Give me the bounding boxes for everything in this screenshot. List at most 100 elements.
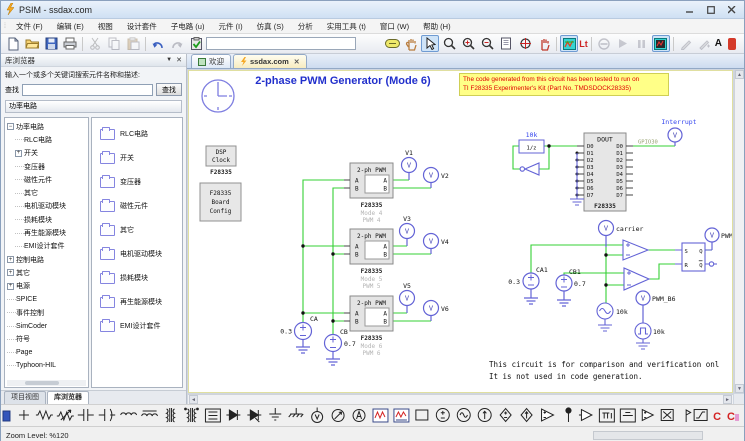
menu-edit[interactable]: 编辑 (E) bbox=[50, 19, 91, 34]
dc-source-icon[interactable] bbox=[436, 409, 449, 422]
comparator-2[interactable] bbox=[624, 268, 649, 290]
select-cursor-icon[interactable] bbox=[421, 35, 439, 52]
redo-icon[interactable] bbox=[168, 35, 186, 52]
simview-icon[interactable] bbox=[560, 35, 578, 52]
transfer-function-icon[interactable] bbox=[620, 409, 635, 422]
tree-item[interactable]: 再生能源模块 bbox=[7, 226, 88, 239]
tree-item[interactable]: 其它 bbox=[7, 186, 88, 199]
summer-icon[interactable] bbox=[661, 410, 673, 421]
current-source-icon[interactable] bbox=[478, 409, 491, 422]
thyristor-icon[interactable] bbox=[247, 410, 261, 422]
pan-page-icon[interactable] bbox=[535, 35, 553, 52]
sr-flipflop[interactable]: S Q R Q bbox=[675, 243, 717, 271]
add-element-icon[interactable] bbox=[19, 410, 29, 420]
menu-window[interactable]: 窗口 (W) bbox=[373, 19, 416, 34]
zoom-icon[interactable] bbox=[440, 35, 458, 52]
tree-horizontal-scrollbar[interactable] bbox=[7, 380, 86, 386]
scope-icon[interactable] bbox=[373, 409, 388, 422]
edit-pencil-icon[interactable] bbox=[677, 35, 695, 52]
scroll-right-icon[interactable]: ► bbox=[723, 395, 732, 404]
scroll-down-icon[interactable]: ▼ bbox=[735, 384, 744, 393]
dsp-clock-block[interactable]: DSP Clock F28335 bbox=[206, 146, 236, 176]
library-folder[interactable]: 其它 bbox=[94, 218, 180, 242]
collapse-icon[interactable]: − bbox=[7, 123, 14, 130]
sidebar-search-input[interactable] bbox=[22, 84, 153, 96]
new-file-icon[interactable] bbox=[4, 35, 22, 52]
block-icon[interactable] bbox=[416, 410, 428, 420]
tree-item[interactable]: 磁性元件 bbox=[7, 173, 88, 186]
text-tool-icon[interactable]: A bbox=[715, 38, 722, 49]
menu-utilities[interactable]: 实用工具 (t) bbox=[320, 19, 373, 34]
fit-page-icon[interactable] bbox=[497, 35, 515, 52]
zoom-out-icon[interactable] bbox=[478, 35, 496, 52]
resistor-icon[interactable] bbox=[36, 411, 53, 419]
board-config-block[interactable]: F28335 Board Config bbox=[200, 183, 241, 221]
source-cb1[interactable] bbox=[556, 275, 572, 306]
tree-item[interactable]: 事件控制 bbox=[7, 306, 88, 319]
c-block-icon[interactable]: C bbox=[713, 411, 721, 423]
tree-item[interactable]: +电源 bbox=[7, 280, 88, 293]
limiter-icon[interactable] bbox=[694, 410, 707, 421]
c-script-block-icon[interactable]: C bbox=[727, 411, 739, 423]
menu-analysis[interactable]: 分析 bbox=[291, 19, 320, 34]
edit-curve-icon[interactable] bbox=[696, 35, 714, 52]
close-tab-icon[interactable]: ✕ bbox=[294, 58, 300, 66]
toolbar-search-input[interactable] bbox=[206, 37, 356, 50]
panel-toggle-icon[interactable] bbox=[3, 411, 10, 421]
tree-item[interactable]: SimCoder bbox=[7, 319, 88, 332]
expand-icon[interactable]: + bbox=[15, 150, 22, 157]
source-ca1[interactable] bbox=[523, 273, 539, 304]
tab-document-ssdax[interactable]: ssdax.com ✕ bbox=[233, 54, 307, 68]
library-folder[interactable]: RLC电路 bbox=[94, 122, 180, 146]
menu-simulate[interactable]: 仿真 (S) bbox=[250, 19, 291, 34]
controlled-current-source-icon[interactable] bbox=[521, 409, 532, 422]
electrolytic-capacitor-icon[interactable] bbox=[99, 409, 115, 421]
node-probe-icon[interactable] bbox=[566, 408, 571, 422]
capacitor-icon[interactable] bbox=[78, 409, 94, 421]
schematic-footer-text[interactable]: This circuit is for comparison and verif… bbox=[489, 359, 733, 383]
tree-item[interactable]: RLC电路 bbox=[7, 133, 88, 146]
maximize-button[interactable] bbox=[702, 3, 719, 16]
tree-item[interactable]: 电机驱动模块 bbox=[7, 200, 88, 213]
library-folder[interactable]: 电机驱动模块 bbox=[94, 242, 180, 266]
inductor-icon[interactable] bbox=[121, 413, 137, 415]
rheostat-icon[interactable] bbox=[57, 410, 74, 420]
expand-icon[interactable]: + bbox=[7, 256, 14, 263]
source-cb[interactable] bbox=[325, 335, 342, 366]
copy-icon[interactable] bbox=[105, 35, 123, 52]
minimize-button[interactable] bbox=[681, 3, 698, 16]
schematic-note[interactable]: The code generated from this circuit has… bbox=[459, 73, 669, 96]
menu-design-suite[interactable]: 设计套件 bbox=[120, 19, 164, 34]
run-icon[interactable] bbox=[614, 35, 632, 52]
saturable-inductor-icon[interactable] bbox=[142, 411, 158, 416]
runtime-graph-icon[interactable] bbox=[652, 35, 670, 52]
pause-icon[interactable] bbox=[633, 35, 651, 52]
library-folder[interactable]: 再生能源模块 bbox=[94, 290, 180, 314]
c-edge-icon[interactable] bbox=[723, 35, 741, 52]
canvas-horizontal-scrollbar[interactable]: ◄ ► bbox=[188, 394, 733, 404]
tree-item[interactable]: −功率电路 bbox=[7, 120, 88, 133]
search-button[interactable]: 查找 bbox=[156, 83, 182, 96]
tree-item[interactable]: 符号 bbox=[7, 333, 88, 346]
ground-2-icon[interactable] bbox=[289, 408, 303, 417]
tab-welcome[interactable]: 欢迎 bbox=[191, 54, 231, 68]
cut-icon[interactable] bbox=[86, 35, 104, 52]
sine-source[interactable] bbox=[597, 303, 613, 331]
scroll-up-icon[interactable]: ▲ bbox=[735, 70, 744, 79]
clock-symbol[interactable] bbox=[202, 80, 234, 112]
tree-item[interactable]: +开关 bbox=[7, 147, 88, 160]
ac-source-icon[interactable] bbox=[457, 409, 470, 422]
close-button[interactable] bbox=[723, 3, 740, 16]
menu-subcircuit[interactable]: 子电路 (u) bbox=[164, 19, 212, 34]
label-tool-icon[interactable] bbox=[383, 35, 401, 52]
transformer-icon[interactable] bbox=[167, 408, 175, 422]
diode-icon[interactable] bbox=[226, 410, 240, 420]
tree-item[interactable]: Page bbox=[7, 346, 88, 359]
voltage-sensor-icon[interactable] bbox=[332, 410, 344, 422]
library-folder[interactable]: 损耗模块 bbox=[94, 266, 180, 290]
pan-icon[interactable] bbox=[402, 35, 420, 52]
pwm-block-2[interactable]: 2-ph PWM A B A B F28335 Mode 5 PWM 5 bbox=[344, 229, 393, 290]
library-folder[interactable]: 磁性元件 bbox=[94, 194, 180, 218]
pwm-block-1[interactable]: 2-ph PWM A B A B F28335 Mode 4 PWM 4 bbox=[344, 163, 393, 224]
library-folder[interactable]: 开关 bbox=[94, 146, 180, 170]
